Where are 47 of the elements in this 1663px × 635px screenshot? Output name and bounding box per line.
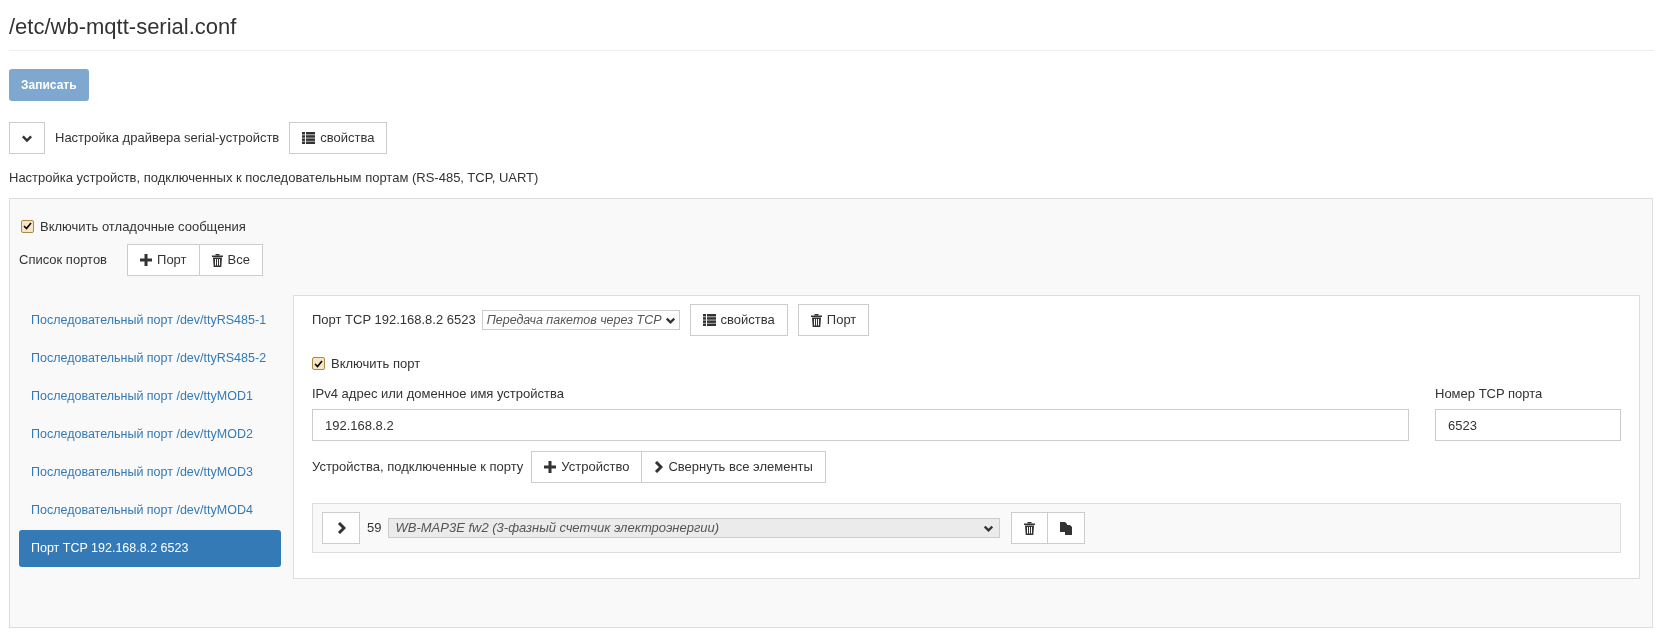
port-tab[interactable]: Последовательный порт /dev/ttyMOD2	[19, 416, 281, 453]
port-tab[interactable]: Последовательный порт /dev/ttyRS485-1	[19, 302, 281, 339]
ports-label: Список портов	[19, 251, 108, 270]
collapse-all-button[interactable]: Свернуть все элементы	[641, 451, 826, 483]
list-icon	[702, 314, 716, 326]
field-label: Номер TCP порта	[1435, 384, 1544, 403]
delete-port-button[interactable]: Порт	[797, 304, 870, 336]
chevron-right-icon	[654, 461, 664, 473]
mode-select[interactable]: Передача пакетов через TCP	[481, 310, 680, 330]
trash-icon	[1024, 521, 1036, 535]
copy-icon	[1060, 521, 1073, 535]
properties-button[interactable]: свойства	[289, 122, 388, 154]
expand-button[interactable]	[322, 512, 360, 544]
trash-icon	[211, 253, 223, 267]
port-tab[interactable]: Последовательный порт /dev/ttyMOD4	[19, 492, 281, 529]
dropdown-icon	[665, 316, 675, 324]
chevron-right-icon	[336, 522, 346, 534]
plus-icon	[140, 254, 153, 266]
checkbox[interactable]	[312, 357, 325, 371]
checkbox-label: Включить отладочные сообщения	[40, 217, 246, 236]
trash-icon	[810, 313, 822, 327]
add-device-button[interactable]: Устройство	[531, 451, 643, 483]
port-title: Порт TCP 192.168.8.2 6523	[312, 311, 476, 330]
delete-all-button[interactable]: Все	[198, 244, 263, 276]
port-tab[interactable]: Последовательный порт /dev/ttyMOD1	[19, 378, 281, 415]
page-title: /etc/wb-mqtt-serial.conf	[9, 12, 1654, 51]
tcp-port-field[interactable]: 6523	[1435, 409, 1621, 441]
device-type-select[interactable]: WB-MAP3E fw2 (3-фазный счетчик электроэнергии)	[388, 518, 1001, 538]
field-label: IPv4 адрес или доменное имя устройства	[312, 384, 565, 403]
list-icon	[302, 132, 316, 144]
devices-label: Устройства, подключенные к порту	[312, 458, 524, 477]
delete-device-button[interactable]	[1011, 512, 1049, 544]
device-address: 59	[367, 519, 382, 538]
properties-button[interactable]: свойства	[689, 304, 788, 336]
plus-icon	[544, 461, 557, 473]
checkbox[interactable]	[21, 219, 34, 233]
add-port-button[interactable]: Порт	[127, 244, 200, 276]
port-tab[interactable]: Последовательный порт /dev/ttyRS485-2	[19, 340, 281, 377]
driver-label: Настройка драйвера serial-устройств	[55, 129, 280, 148]
address-field[interactable]: 192.168.8.2	[312, 409, 1409, 441]
section-title: Настройка устройств, подключенных к последовательным портам (RS-485, TCP, UART)	[9, 169, 540, 187]
copy-device-button[interactable]	[1047, 512, 1086, 544]
checkbox-label: Включить порт	[331, 355, 421, 373]
chevron-down-icon	[22, 133, 32, 143]
port-tab[interactable]: Последовательный порт /dev/ttyMOD3	[19, 454, 281, 491]
port-tab[interactable]: Порт TCP 192.168.8.2 6523	[19, 530, 281, 567]
dropdown-icon	[984, 524, 994, 532]
